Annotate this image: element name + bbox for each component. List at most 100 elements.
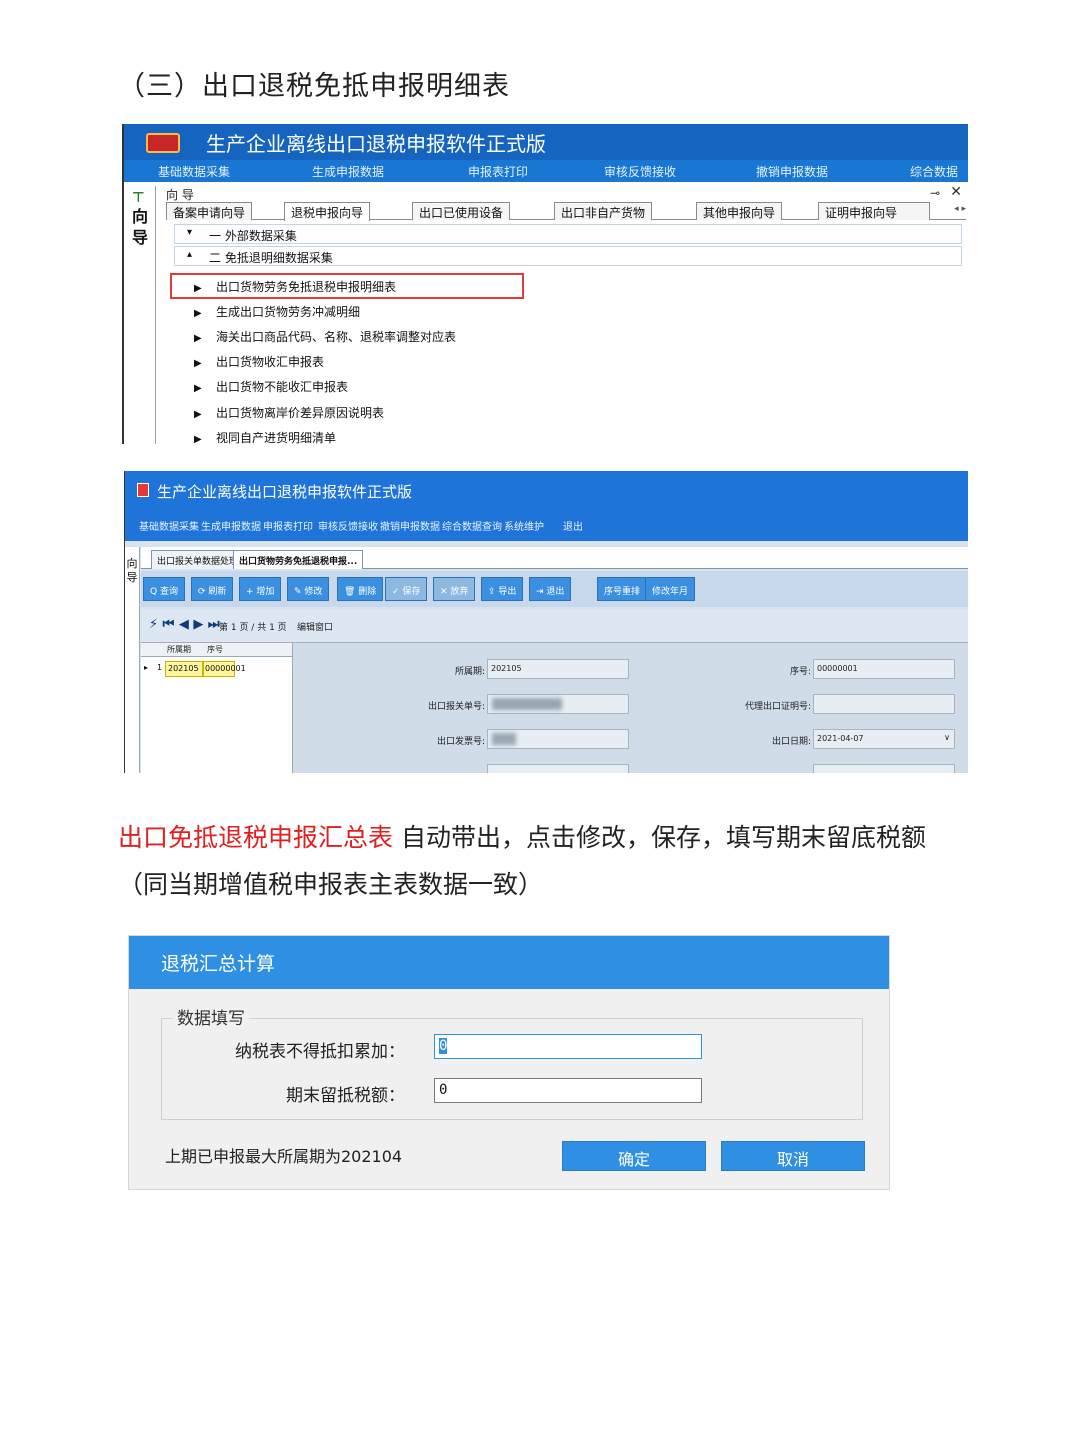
menu-item-basic-data[interactable]: 基础数据采集 bbox=[158, 163, 230, 180]
sidebar-label: 向导 bbox=[126, 557, 138, 584]
chevron-down-icon[interactable]: ∨ bbox=[944, 733, 950, 742]
menu-item-revoke[interactable]: 撤销申报数据 bbox=[380, 518, 440, 533]
menu-item-exit[interactable]: 退出 bbox=[563, 518, 583, 533]
edit-button[interactable]: ✎ 修改 bbox=[287, 577, 330, 601]
app-title-bar: 生产企业离线出口退税申报软件正式版 bbox=[124, 124, 968, 160]
column-header-seq[interactable]: 序号 bbox=[207, 644, 223, 655]
list-item[interactable]: ▶ 视同自产进货明细清单 bbox=[194, 429, 336, 444]
cancel-button[interactable]: 取消 bbox=[721, 1141, 865, 1171]
tab-customs-data[interactable]: 出口报关单数据处理 bbox=[151, 550, 245, 569]
pager-nav-icons[interactable]: ⚡ ⏮ ◀ ▶ ⏭ bbox=[149, 617, 220, 632]
seq-field[interactable]: 00000001 bbox=[813, 659, 955, 679]
app-title: 生产企业离线出口退税申报软件正式版 bbox=[157, 483, 413, 501]
dialog-title-bar: 退税汇总计算 bbox=[129, 936, 889, 989]
app-title: 生产企业离线出口退税申报软件正式版 bbox=[206, 132, 546, 156]
menu-item-generate-data[interactable]: 生成申报数据 bbox=[312, 163, 384, 180]
tab-other-wizard[interactable]: 其他申报向导 bbox=[696, 202, 783, 220]
delete-button[interactable]: 🗑 删除 bbox=[337, 577, 384, 601]
reorder-button[interactable]: 序号重排 bbox=[597, 577, 648, 601]
exit-button[interactable]: ⇥ 退出 bbox=[529, 577, 572, 601]
tab-refund-wizard[interactable]: 退税申报向导 bbox=[284, 202, 371, 221]
edit-form: 所属期: 202105 序号: 00000001 出口报关单号: 代理出口证明号… bbox=[293, 643, 968, 773]
red-highlight-box bbox=[170, 273, 524, 299]
non-deductible-input[interactable]: 0 bbox=[434, 1034, 702, 1059]
row-marker-icon: ▸ bbox=[144, 663, 149, 672]
menu-item-comprehensive[interactable]: 综合数据 bbox=[910, 163, 958, 180]
export-date-field[interactable]: 2021-04-07 ∨ bbox=[813, 729, 955, 749]
play-arrow-icon: ▶ bbox=[194, 409, 202, 420]
export-date-label: 出口日期: bbox=[771, 737, 811, 747]
export-button[interactable]: ⇪ 导出 bbox=[481, 577, 524, 601]
redacted-value bbox=[492, 698, 562, 710]
menu-item-query[interactable]: 综合数据查询 bbox=[442, 518, 502, 533]
agent-cert-field[interactable] bbox=[813, 694, 955, 714]
ending-credit-input[interactable]: 0 bbox=[434, 1078, 702, 1103]
list-item[interactable]: ▶ 出口货物收汇申报表 bbox=[194, 353, 324, 370]
app-logo-icon bbox=[146, 133, 180, 153]
invoice-no-label: 出口发票号: bbox=[436, 737, 485, 747]
menu-item-maintenance[interactable]: 系统维护 bbox=[504, 518, 544, 533]
instruction-paragraph: 出口免抵退税申报汇总表 自动带出，点击修改，保存，填写期末留底税额（同当期增值税… bbox=[118, 814, 948, 908]
play-arrow-icon: ▶ bbox=[194, 308, 202, 319]
wizard-sidebar[interactable]: ⊤ 向导 bbox=[124, 186, 156, 444]
menu-item-print[interactable]: 申报表打印 bbox=[468, 163, 528, 180]
wizard-sidebar[interactable]: 向导 bbox=[125, 547, 140, 773]
change-period-button[interactable]: 修改年月 bbox=[645, 577, 696, 601]
redacted-value bbox=[492, 733, 516, 745]
play-arrow-icon: ▶ bbox=[194, 358, 202, 369]
period-field[interactable]: 202105 bbox=[487, 659, 629, 679]
grid-header: 所属期 序号 bbox=[141, 643, 292, 657]
app-title-bar: 生产企业离线出口退税申报软件正式版 bbox=[125, 471, 968, 511]
tab-certificate-wizard[interactable]: 证明申报向导 bbox=[818, 202, 930, 220]
detail-form-screenshot: 生产企业离线出口退税申报软件正式版 基础数据采集 生成申报数据 申报表打印 审核… bbox=[124, 471, 968, 773]
query-button[interactable]: Q 查询 bbox=[143, 577, 185, 601]
close-icon[interactable]: ✕ bbox=[950, 184, 962, 200]
main-menu: 基础数据采集 生成申报数据 申报表打印 审核反馈接收 撤销申报数据 综合数据查询… bbox=[125, 511, 968, 541]
menu-item-feedback[interactable]: 审核反馈接收 bbox=[604, 163, 676, 180]
tab-scroll-arrows[interactable]: ◂ ▸ bbox=[954, 204, 966, 214]
record-grid: 所属期 序号 ▸ 1 202105 00000001 bbox=[141, 643, 293, 773]
non-deductible-label: 纳税表不得抵扣累加： bbox=[235, 1042, 405, 1062]
group-external-data[interactable]: ▾ 一 外部数据采集 bbox=[174, 224, 962, 244]
signpost-icon: ⊤ bbox=[132, 190, 145, 206]
pin-icon[interactable]: ⊸ bbox=[930, 186, 940, 200]
invoice-no-field[interactable] bbox=[487, 729, 629, 749]
group-label: 一 外部数据采集 bbox=[209, 229, 297, 243]
discard-button[interactable]: ✕ 放弃 bbox=[433, 577, 476, 601]
menu-item-feedback[interactable]: 审核反馈接收 bbox=[318, 518, 378, 533]
partial-field[interactable] bbox=[487, 764, 629, 773]
menu-item-generate-data[interactable]: 生成申报数据 bbox=[201, 518, 261, 533]
table-row[interactable]: ▸ 1 202105 00000001 bbox=[141, 661, 292, 677]
tab-filing-wizard[interactable]: 备案申请向导 bbox=[166, 202, 253, 220]
tab-used-equipment[interactable]: 出口已使用设备 bbox=[412, 202, 511, 220]
menu-item-basic-data[interactable]: 基础数据采集 bbox=[139, 518, 199, 533]
seq-label: 序号: bbox=[789, 667, 811, 677]
ending-credit-label: 期末留抵税额： bbox=[286, 1086, 405, 1106]
customs-no-field[interactable] bbox=[487, 694, 629, 714]
cell-period[interactable]: 202105 bbox=[165, 661, 203, 677]
section-heading: （三）出口退税免抵申报明细表 bbox=[118, 71, 510, 102]
agent-cert-label: 代理出口证明号: bbox=[744, 702, 811, 712]
tab-detail-table[interactable]: 出口货物劳务免抵退税申报... bbox=[233, 550, 364, 569]
column-header-period[interactable]: 所属期 bbox=[167, 644, 191, 655]
list-item[interactable]: ▶ 出口货物离岸价差异原因说明表 bbox=[194, 404, 384, 421]
ok-button[interactable]: 确定 bbox=[562, 1141, 706, 1171]
save-button[interactable]: ✓ 保存 bbox=[385, 577, 428, 601]
summary-dialog: 退税汇总计算 数据填写 纳税表不得抵扣累加： 0 期末留抵税额： 0 上期已申报… bbox=[128, 935, 890, 1190]
list-item[interactable]: ▶ 生成出口货物劳务冲减明细 bbox=[194, 303, 360, 320]
add-button[interactable]: + 增加 bbox=[239, 577, 282, 601]
partial-field[interactable] bbox=[813, 764, 955, 773]
menu-item-revoke[interactable]: 撤销申报数据 bbox=[756, 163, 828, 180]
document-tabs: 出口报关单数据处理 出口货物劳务免抵退税申报... bbox=[141, 547, 968, 569]
pager-bar: ⚡ ⏮ ◀ ▶ ⏭ 第 1 页 / 共 1 页 编辑窗口 bbox=[141, 609, 968, 643]
list-item[interactable]: ▶ 出口货物不能收汇申报表 bbox=[194, 378, 348, 395]
tab-non-self-goods[interactable]: 出口非自产货物 bbox=[554, 202, 653, 220]
period-label: 所属期: bbox=[454, 667, 485, 677]
play-arrow-icon: ▶ bbox=[194, 383, 202, 394]
group-label: 数据填写 bbox=[173, 1004, 249, 1029]
menu-item-print[interactable]: 申报表打印 bbox=[263, 518, 313, 533]
refresh-button[interactable]: ⟳ 刷新 bbox=[191, 577, 234, 601]
list-item[interactable]: ▶ 海关出口商品代码、名称、退税率调整对应表 bbox=[194, 328, 456, 345]
cell-seq[interactable]: 00000001 bbox=[203, 661, 246, 677]
group-detail-data[interactable]: ▴ 二 免抵退明细数据采集 bbox=[174, 246, 962, 266]
